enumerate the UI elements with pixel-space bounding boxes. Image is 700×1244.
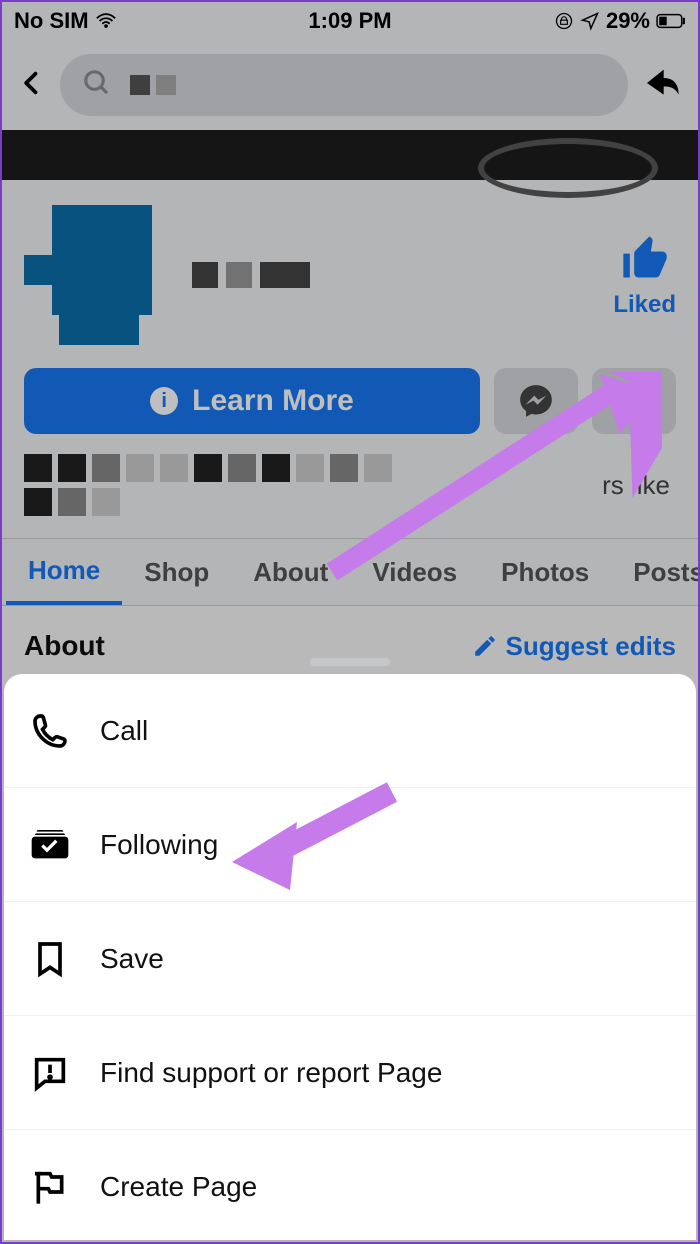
action-sheet: Call Following Save Find support or repo… — [4, 674, 696, 1240]
liked-button[interactable]: Liked — [613, 232, 676, 319]
about-label: About — [24, 630, 105, 662]
tab-shop[interactable]: Shop — [122, 539, 231, 605]
tab-photos[interactable]: Photos — [479, 539, 611, 605]
back-button[interactable] — [18, 69, 46, 102]
page-root: No SIM 1:09 PM 29% — [2, 2, 698, 1242]
tab-about[interactable]: About — [231, 539, 350, 605]
info-icon: i — [150, 387, 178, 415]
messenger-icon — [517, 382, 555, 420]
sheet-item-report[interactable]: Find support or report Page — [4, 1016, 696, 1130]
liked-label: Liked — [613, 291, 676, 319]
ellipsis-icon — [616, 397, 652, 405]
learn-more-label: Learn More — [192, 384, 354, 418]
likes-info[interactable]: rs like — [24, 454, 676, 530]
sheet-item-call[interactable]: Call — [4, 674, 696, 788]
sheet-create-label: Create Page — [100, 1171, 257, 1203]
wifi-icon — [95, 10, 117, 32]
learn-more-button[interactable]: i Learn More — [24, 368, 480, 434]
battery-icon — [656, 13, 686, 29]
sheet-item-following[interactable]: Following — [4, 788, 696, 902]
search-icon — [82, 68, 112, 103]
search-text-redacted — [130, 75, 176, 95]
sheet-save-label: Save — [100, 943, 164, 975]
status-bar: No SIM 1:09 PM 29% — [2, 2, 698, 40]
share-button[interactable] — [642, 63, 682, 108]
phone-icon — [28, 711, 72, 751]
sheet-item-create-page[interactable]: Create Page — [4, 1130, 696, 1240]
report-icon — [28, 1053, 72, 1093]
sheet-report-label: Find support or report Page — [100, 1057, 442, 1089]
sheet-call-label: Call — [100, 715, 148, 747]
more-options-button[interactable] — [592, 368, 676, 434]
sheet-item-save[interactable]: Save — [4, 902, 696, 1016]
page-tabs: Home Shop About Videos Photos Posts — [2, 538, 698, 606]
tab-posts[interactable]: Posts — [611, 539, 698, 605]
cover-photo[interactable] — [2, 130, 698, 180]
tab-videos[interactable]: Videos — [350, 539, 479, 605]
location-icon — [580, 11, 600, 31]
search-input[interactable] — [60, 54, 628, 116]
profile-avatar[interactable] — [24, 200, 174, 350]
bookmark-icon — [28, 939, 72, 979]
sheet-handle[interactable] — [310, 658, 390, 666]
flag-icon — [28, 1167, 72, 1207]
likes-suffix: rs like — [602, 470, 676, 501]
clock: 1:09 PM — [308, 8, 391, 34]
pencil-icon — [472, 633, 498, 659]
suggest-edits-label: Suggest edits — [506, 631, 676, 662]
orientation-lock-icon — [554, 11, 574, 31]
battery-percent: 29% — [606, 8, 650, 34]
nav-bar — [2, 40, 698, 130]
following-icon — [28, 825, 72, 865]
tab-home[interactable]: Home — [6, 539, 122, 605]
profile-section: Liked i Learn More rs like — [2, 180, 698, 538]
carrier-label: No SIM — [14, 8, 89, 34]
message-button[interactable] — [494, 368, 578, 434]
sheet-following-label: Following — [100, 829, 218, 861]
page-name-redacted — [192, 262, 312, 288]
suggest-edits-button[interactable]: Suggest edits — [472, 631, 676, 662]
